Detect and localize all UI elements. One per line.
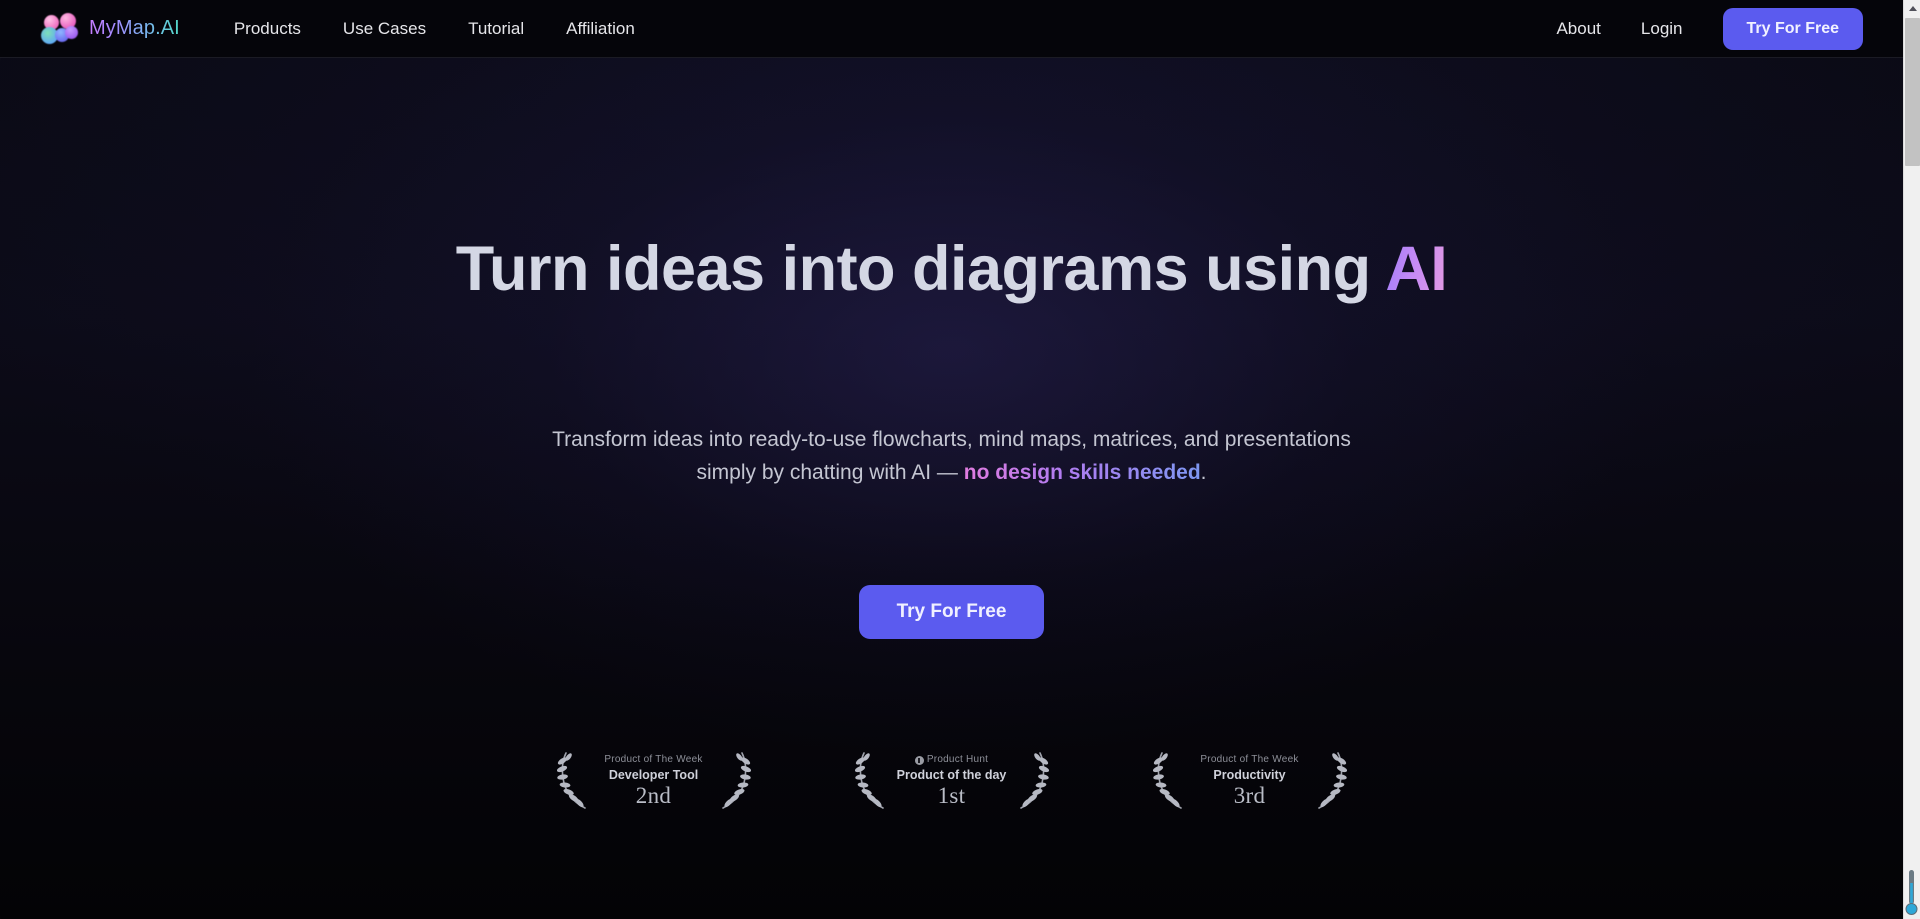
award-badge-top-label-text: Product of The Week — [604, 753, 703, 765]
award-badge-rank: 1st — [937, 783, 966, 809]
award-badge-category: Product of the day — [896, 767, 1007, 782]
vertical-scrollbar-thumb[interactable] — [1905, 18, 1920, 166]
secondary-nav-links: About Login Try For Free — [1556, 7, 1863, 50]
award-badge-top-label: Product of The Week — [581, 753, 727, 766]
brand-logo-link[interactable]: MyMap.AI — [40, 12, 180, 45]
vertical-scrollbar[interactable] — [1903, 0, 1920, 919]
award-badge-top-label-text: Product of The Week — [1200, 753, 1299, 765]
laurel-wreath-left-icon — [1152, 752, 1182, 809]
hero-subtitle-line-2-post: . — [1200, 461, 1207, 484]
nav-item-affiliation[interactable]: Affiliation — [566, 19, 635, 39]
hero-cta-container: Try For Free — [0, 585, 1903, 639]
award-badge-text: Product Hunt Product of the day 1st — [879, 753, 1025, 809]
award-badge-top-label: Product of The Week — [1177, 753, 1323, 766]
thermometer-icon — [1905, 870, 1918, 915]
nav-item-products[interactable]: Products — [234, 19, 301, 39]
nav-item-login[interactable]: Login — [1641, 19, 1683, 39]
headline-main-text: Turn ideas into diagrams using — [455, 234, 1386, 304]
hero-section: Turn ideas into diagrams using AI Transf… — [0, 58, 1903, 919]
hero-subtitle-line-2-pre: simply by chatting with AI — — [696, 461, 964, 484]
award-badge-rank: 3rd — [1233, 783, 1266, 809]
award-badge-category: Productivity — [1213, 767, 1286, 782]
award-badge: Product of The Week Developer Tool 2nd — [555, 746, 753, 818]
nav-item-about[interactable]: About — [1556, 19, 1600, 39]
laurel-wreath-right-icon — [721, 752, 751, 809]
hero-subtitle-highlight: no design skills needed — [963, 461, 1201, 484]
laurel-wreath-left-icon — [854, 752, 884, 809]
headline-accent-text: AI — [1385, 234, 1448, 304]
navbar-try-for-free-button[interactable]: Try For Free — [1722, 7, 1863, 50]
top-navigation-bar: MyMap.AI Products Use Cases Tutorial Aff… — [0, 0, 1903, 58]
hero-subtitle-line-2: simply by chatting with AI — no design s… — [0, 456, 1903, 489]
browser-page: MyMap.AI Products Use Cases Tutorial Aff… — [0, 0, 1920, 919]
page-title: Turn ideas into diagrams using AI — [0, 234, 1903, 304]
award-badge-rank: 2nd — [635, 783, 672, 809]
nav-item-use-cases[interactable]: Use Cases — [343, 19, 426, 39]
brand-name-text: MyMap.AI — [89, 17, 180, 39]
hero-try-for-free-button[interactable]: Try For Free — [858, 585, 1045, 639]
nav-item-tutorial[interactable]: Tutorial — [468, 19, 524, 39]
primary-nav-links: Products Use Cases Tutorial Affiliation — [234, 19, 635, 39]
laurel-wreath-left-icon — [556, 752, 586, 809]
award-badge-top-label: Product Hunt — [879, 753, 1025, 766]
award-badge: Product of The Week Productivity 3rd — [1151, 746, 1349, 818]
laurel-wreath-right-icon — [1317, 752, 1347, 809]
mymap-bubbles-logo-icon — [40, 12, 78, 45]
laurel-wreath-right-icon — [1019, 752, 1049, 809]
hero-subtitle: Transform ideas into ready-to-use flowch… — [0, 423, 1903, 489]
award-badge-category: Developer Tool — [608, 767, 699, 782]
page-viewport: MyMap.AI Products Use Cases Tutorial Aff… — [0, 0, 1903, 919]
scroll-up-arrow-icon[interactable] — [1904, 0, 1920, 17]
award-badge-top-label-text: Product Hunt — [926, 753, 989, 765]
product-hunt-icon — [914, 755, 924, 765]
award-badge: Product Hunt Product of the day 1st — [853, 746, 1051, 818]
award-badges-row: Product of The Week Developer Tool 2nd P… — [0, 746, 1903, 818]
award-badge-text: Product of The Week Productivity 3rd — [1177, 753, 1323, 809]
award-badge-text: Product of The Week Developer Tool 2nd — [581, 753, 727, 809]
hero-subtitle-line-1: Transform ideas into ready-to-use flowch… — [552, 428, 1351, 451]
